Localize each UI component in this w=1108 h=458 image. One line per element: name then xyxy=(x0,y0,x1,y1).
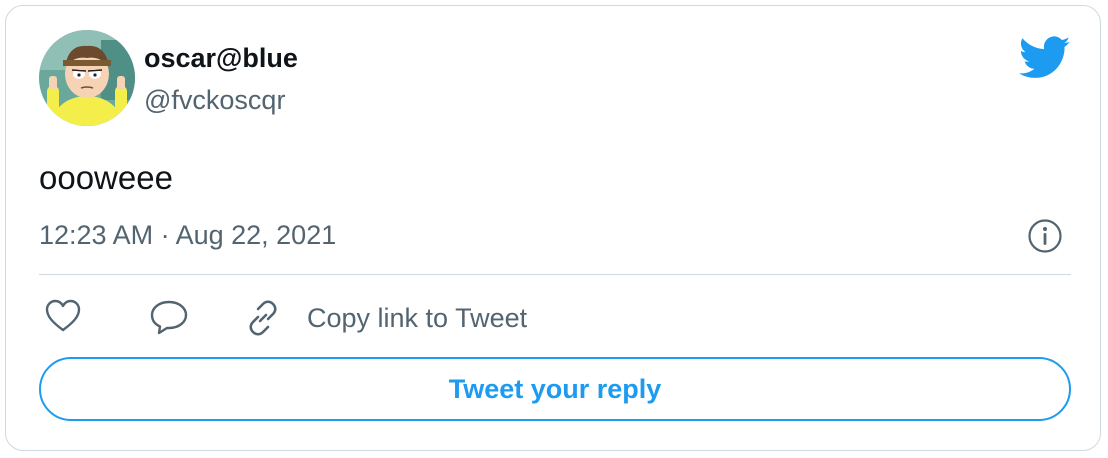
copy-link-label: Copy link to Tweet xyxy=(307,303,528,333)
reply-button[interactable] xyxy=(147,298,191,336)
speech-bubble-icon xyxy=(150,300,188,335)
info-icon[interactable] xyxy=(1027,218,1063,254)
avatar-image xyxy=(39,30,135,126)
link-icon xyxy=(249,300,277,336)
twitter-bird-icon[interactable] xyxy=(1018,36,1071,80)
tweet-text: oooweee xyxy=(39,159,173,196)
author-handle[interactable]: @fvckoscqr xyxy=(144,84,285,116)
tweet-your-reply-button[interactable]: Tweet your reply xyxy=(39,357,1071,421)
tweet-card: oscar@blue @fvckoscqr oooweee 12:23 AM ·… xyxy=(5,5,1101,451)
divider xyxy=(39,274,1071,275)
copy-link-button[interactable]: Copy link to Tweet xyxy=(243,298,527,338)
heart-icon xyxy=(45,299,81,332)
avatar[interactable] xyxy=(39,30,135,126)
tweet-timestamp[interactable]: 12:23 AM · Aug 22, 2021 xyxy=(39,218,336,252)
author-name[interactable]: oscar@blue xyxy=(144,42,298,74)
like-button[interactable] xyxy=(44,298,82,334)
